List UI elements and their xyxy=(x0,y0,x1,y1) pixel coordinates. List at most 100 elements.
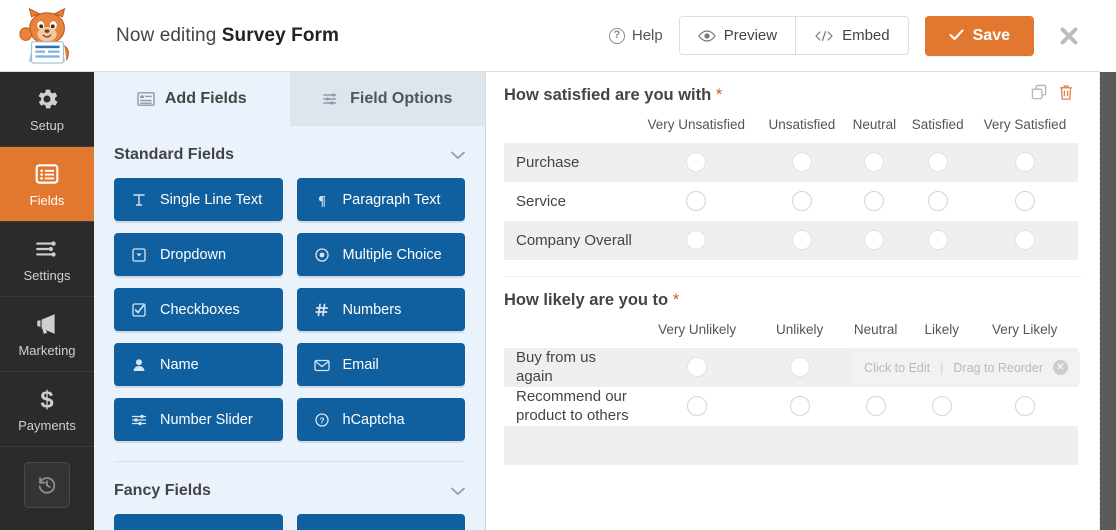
field-button-dropdown[interactable]: Dropdown xyxy=(114,233,283,276)
field-button-email[interactable]: Email xyxy=(296,343,465,386)
likert-cell[interactable] xyxy=(903,220,972,260)
radio-button[interactable] xyxy=(791,230,812,251)
radio-button[interactable] xyxy=(927,230,948,251)
radio-button[interactable] xyxy=(791,191,812,212)
field-button-fancy-2[interactable] xyxy=(296,514,465,530)
field-button-hcaptcha[interactable]: ? hCaptcha xyxy=(296,398,465,441)
likert-cell[interactable] xyxy=(845,220,904,260)
likert-cell[interactable] xyxy=(903,142,972,182)
field-button-number-slider[interactable]: Number Slider xyxy=(114,398,283,441)
likert-cell[interactable] xyxy=(912,425,972,465)
likert-cell[interactable] xyxy=(760,347,840,387)
duplicate-icon[interactable] xyxy=(1031,84,1048,101)
likert-cell[interactable] xyxy=(758,182,845,221)
sidebar-label: Payments xyxy=(18,417,76,433)
likert-cell[interactable] xyxy=(634,347,761,387)
radio-button[interactable] xyxy=(791,152,812,173)
field-hover-hint[interactable]: Click to Edit | Drag to Reorder ✕ xyxy=(852,351,1080,384)
likert-row[interactable]: Service xyxy=(504,182,1078,221)
embed-button[interactable]: Embed xyxy=(795,17,908,54)
likert-cell[interactable] xyxy=(758,220,846,260)
preview-button[interactable]: Preview xyxy=(679,17,796,54)
likert-cell[interactable] xyxy=(904,182,972,221)
sidebar-item-setup[interactable]: Setup xyxy=(0,72,94,147)
radio-button[interactable] xyxy=(927,191,948,212)
tab-label: Add Fields xyxy=(164,90,247,107)
tab-label: Field Options xyxy=(350,90,453,107)
likert-cell[interactable] xyxy=(912,387,971,426)
radio-button[interactable] xyxy=(686,230,707,251)
likert-cell[interactable] xyxy=(634,182,758,221)
dropdown-caret-icon xyxy=(130,247,148,262)
radio-button[interactable] xyxy=(1014,230,1035,251)
sidebar-item-marketing[interactable]: Marketing xyxy=(0,297,94,372)
preview-label: Preview xyxy=(723,27,778,44)
likert-cell[interactable] xyxy=(971,142,1078,182)
section-header-standard-fields[interactable]: Standard Fields xyxy=(114,126,465,178)
field-button-label: Single Line Text xyxy=(160,191,263,208)
section-header-fancy-fields[interactable]: Fancy Fields xyxy=(114,462,465,514)
help-button[interactable]: ? Help xyxy=(603,21,679,50)
tab-add-fields[interactable]: Add Fields xyxy=(94,72,290,126)
likert-row[interactable]: Company Overall xyxy=(504,220,1078,260)
field-button-label: Number Slider xyxy=(160,411,253,428)
field-button-label: Dropdown xyxy=(160,246,227,263)
radio-button[interactable] xyxy=(1014,396,1035,417)
close-builder-button[interactable] xyxy=(1052,19,1086,53)
likert-row[interactable] xyxy=(504,425,1078,465)
likert-cell[interactable] xyxy=(839,387,912,426)
likert-cell[interactable] xyxy=(845,182,903,221)
likert-cell[interactable] xyxy=(971,387,1078,426)
likert-cell[interactable] xyxy=(839,425,913,465)
likert-cell[interactable] xyxy=(758,142,846,182)
header-actions: ? Help Preview Embed Save xyxy=(603,15,1100,56)
field-button-numbers[interactable]: Numbers xyxy=(296,288,465,331)
radio-button[interactable] xyxy=(686,152,707,173)
save-button[interactable]: Save xyxy=(924,15,1034,56)
sidebar-item-fields[interactable]: Fields xyxy=(0,147,94,222)
radio-button[interactable] xyxy=(789,396,810,417)
field-button-fancy-1[interactable] xyxy=(114,514,283,530)
radio-button[interactable] xyxy=(1014,152,1035,173)
form-preview: How satisfied are you with * Very Unsati… xyxy=(486,72,1100,530)
radio-button[interactable] xyxy=(1014,191,1035,212)
page-title: Now editing Survey Form xyxy=(94,25,603,47)
likert-cell[interactable] xyxy=(634,220,759,260)
radio-button[interactable] xyxy=(687,396,708,417)
field-button-multiple-choice[interactable]: Multiple Choice xyxy=(296,233,465,276)
likert-row[interactable]: Recommend our product to others xyxy=(504,387,1078,426)
tab-field-options[interactable]: Field Options xyxy=(289,72,485,126)
likert-cell[interactable] xyxy=(760,387,839,426)
likert-row[interactable]: Purchase xyxy=(504,142,1078,182)
field-button-single-line-text[interactable]: Single Line Text xyxy=(114,178,283,221)
likert-cell[interactable] xyxy=(634,142,759,182)
radio-button[interactable] xyxy=(864,230,885,251)
radio-button[interactable] xyxy=(864,191,885,212)
revision-history-button[interactable] xyxy=(24,462,70,508)
likert-cell[interactable] xyxy=(971,425,1078,465)
user-icon xyxy=(130,358,148,372)
sidebar-item-payments[interactable]: $ Payments xyxy=(0,372,94,447)
preview-field-likert-satisfaction[interactable]: How satisfied are you with * Very Unsati… xyxy=(486,72,1100,270)
wpforms-logo xyxy=(0,0,94,72)
likert-cell[interactable] xyxy=(845,142,904,182)
radio-button[interactable] xyxy=(865,396,886,417)
likert-cell[interactable] xyxy=(634,425,761,465)
field-button-checkboxes[interactable]: Checkboxes xyxy=(114,288,283,331)
field-button-name[interactable]: Name xyxy=(114,343,283,386)
radio-button[interactable] xyxy=(927,152,948,173)
radio-button[interactable] xyxy=(864,152,885,173)
likert-cell[interactable] xyxy=(972,182,1078,221)
close-circle-icon[interactable]: ✕ xyxy=(1053,360,1068,375)
question-mark-icon: ? xyxy=(608,27,625,44)
likert-cell[interactable] xyxy=(634,387,760,426)
radio-button[interactable] xyxy=(686,191,707,212)
radio-button[interactable] xyxy=(687,357,708,378)
radio-button[interactable] xyxy=(789,357,810,378)
sidebar-item-settings[interactable]: Settings xyxy=(0,222,94,297)
trash-icon[interactable] xyxy=(1058,84,1074,101)
radio-button[interactable] xyxy=(931,396,952,417)
likert-cell[interactable] xyxy=(760,425,840,465)
likert-cell[interactable] xyxy=(971,220,1078,260)
field-button-paragraph-text[interactable]: ¶ Paragraph Text xyxy=(296,178,465,221)
